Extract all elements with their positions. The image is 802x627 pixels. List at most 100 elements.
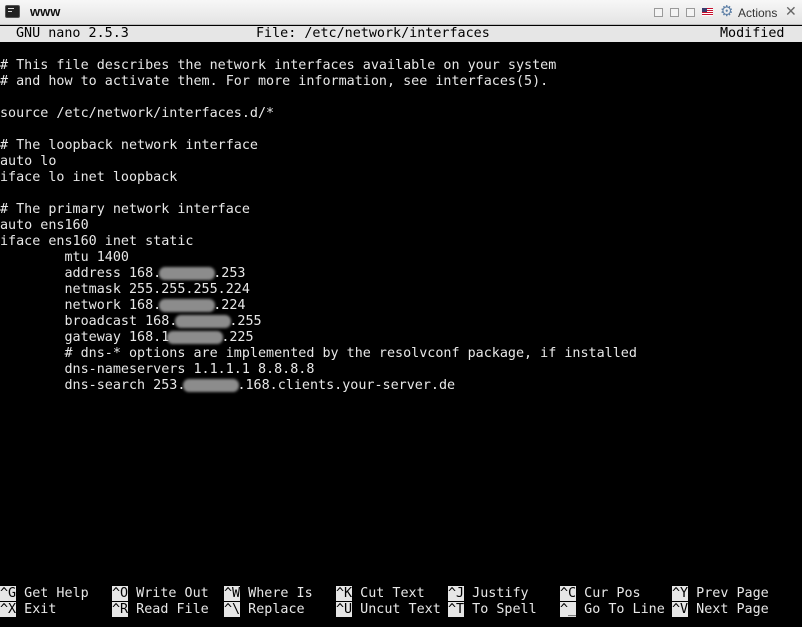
line-text: auto ens160 [0, 218, 89, 233]
shortcut-label: Next Page [688, 602, 769, 617]
shortcut-label: Read File [128, 602, 209, 617]
actions-menu[interactable]: Actions [738, 6, 777, 20]
line-text: gateway 168.1 [0, 330, 170, 345]
editor-line[interactable]: # The primary network interface [0, 202, 802, 218]
shortcut-get-help[interactable]: ^G Get Help [0, 586, 89, 602]
shortcut-key: ^R [112, 602, 129, 617]
line-text: # dns-* options are implemented by the r… [0, 346, 637, 361]
shortcut-label: Cur Pos [576, 586, 641, 601]
editor-line[interactable]: iface lo inet loopback [0, 170, 802, 186]
line-text: auto lo [0, 154, 57, 169]
shortcut-prev-page[interactable]: ^Y Prev Page [672, 586, 769, 602]
line-text: netmask 255.255.255.224 [0, 282, 250, 297]
shortcut-label: Prev Page [688, 586, 769, 601]
editor-line[interactable]: # and how to activate them. For more inf… [0, 74, 802, 90]
shortcut-write-out[interactable]: ^O Write Out [112, 586, 209, 602]
line-text: # The primary network interface [0, 202, 250, 217]
line-text: broadcast 168. [0, 314, 178, 329]
nano-header: GNU nano 2.5.3 File: /etc/network/interf… [0, 26, 802, 42]
shortcut-key: ^_ [560, 602, 577, 617]
editor-line[interactable]: dns-nameservers 1.1.1.1 8.8.8.8 [0, 362, 802, 378]
editor-line[interactable]: address 168. .253 [0, 266, 802, 282]
shortcut-key: ^\ [224, 602, 241, 617]
shortcut-justify[interactable]: ^J Justify [448, 586, 529, 602]
gear-icon[interactable]: ⚙ [720, 4, 733, 19]
editor-line[interactable] [0, 122, 802, 138]
nano-editor[interactable]: GNU nano 2.5.3 File: /etc/network/interf… [0, 26, 802, 627]
editor-line[interactable]: broadcast 168. .255 [0, 314, 802, 330]
editor-line[interactable] [0, 90, 802, 106]
shortcut-to-spell[interactable]: ^T To Spell [448, 602, 537, 618]
editor-line[interactable]: # The loopback network interface [0, 138, 802, 154]
nano-version: GNU nano 2.5.3 [16, 26, 129, 41]
line-text: network 168. [0, 298, 162, 313]
line-text: source /etc/network/interfaces.d/* [0, 106, 275, 121]
shortcut-label: Write Out [128, 586, 209, 601]
editor-line[interactable]: # This file describes the network interf… [0, 58, 802, 74]
restore-icon[interactable] [670, 8, 679, 17]
shortcut-key: ^W [224, 586, 241, 601]
line-text: address 168. [0, 266, 162, 281]
shortcut-label: Exit [16, 602, 57, 617]
line-text: dns-search 253. [0, 378, 186, 393]
line-text: # The loopback network interface [0, 138, 258, 153]
redacted-region [167, 330, 224, 344]
us-flag-icon[interactable] [702, 8, 713, 16]
maximize-icon[interactable] [686, 8, 695, 17]
shortcut-key: ^J [448, 586, 465, 601]
minimize-icon[interactable] [654, 8, 663, 17]
editor-line[interactable]: auto ens160 [0, 218, 802, 234]
shortcut-go-to-line[interactable]: ^_ Go To Line [560, 602, 665, 618]
editor-line[interactable]: auto lo [0, 154, 802, 170]
editor-line[interactable]: mtu 1400 [0, 250, 802, 266]
shortcut-cut-text[interactable]: ^K Cut Text [336, 586, 425, 602]
line-text: # and how to activate them. For more inf… [0, 74, 549, 89]
editor-line[interactable]: dns-search 253. .168.clients.your-server.… [0, 378, 802, 394]
shortcut-replace[interactable]: ^\ Replace [224, 602, 305, 618]
shortcut-key: ^T [448, 602, 465, 617]
shortcut-key: ^V [672, 602, 689, 617]
redacted-region [159, 266, 216, 280]
terminal-icon [5, 5, 20, 18]
editor-line[interactable]: # dns-* options are implemented by the r… [0, 346, 802, 362]
shortcut-label: Get Help [16, 586, 89, 601]
redacted-region [183, 378, 240, 392]
line-text: .255 [229, 314, 262, 329]
window-titlebar[interactable]: www ⚙ Actions ✕ [0, 0, 802, 25]
editor-line[interactable]: network 168. .224 [0, 298, 802, 314]
shortcut-label: Go To Line [576, 602, 665, 617]
shortcut-uncut-text[interactable]: ^U Uncut Text [336, 602, 441, 618]
line-text: dns-nameservers 1.1.1.1 8.8.8.8 [0, 362, 315, 377]
shortcut-next-page[interactable]: ^V Next Page [672, 602, 769, 618]
shortcut-cur-pos[interactable]: ^C Cur Pos [560, 586, 641, 602]
line-text: mtu 1400 [0, 250, 129, 265]
shortcut-key: ^U [336, 602, 353, 617]
line-text: .224 [213, 298, 246, 313]
line-text: .253 [213, 266, 246, 281]
window-title: www [30, 4, 61, 19]
shortcut-where-is[interactable]: ^W Where Is [224, 586, 313, 602]
line-text: iface ens160 inet static [0, 234, 194, 249]
shortcut-key: ^K [336, 586, 353, 601]
editor-buffer[interactable]: # This file describes the network interf… [0, 58, 802, 394]
shortcut-label: Uncut Text [352, 602, 441, 617]
editor-line[interactable]: gateway 168.1 .225 [0, 330, 802, 346]
editor-line[interactable]: source /etc/network/interfaces.d/* [0, 106, 802, 122]
modified-status: Modified [720, 26, 785, 41]
shortcut-key: ^Y [672, 586, 689, 601]
editor-line[interactable]: iface ens160 inet static [0, 234, 802, 250]
shortcut-key: ^G [0, 586, 17, 601]
shortcut-key: ^O [112, 586, 129, 601]
line-text: .168.clients.your-server.de [237, 378, 456, 393]
line-text: iface lo inet loopback [0, 170, 178, 185]
redacted-region [159, 298, 216, 312]
shortcut-label: To Spell [464, 602, 537, 617]
editor-line[interactable]: netmask 255.255.255.224 [0, 282, 802, 298]
close-icon[interactable]: ✕ [785, 3, 797, 20]
line-text: .225 [221, 330, 254, 345]
shortcut-exit[interactable]: ^X Exit [0, 602, 56, 618]
line-text: # This file describes the network interf… [0, 58, 557, 73]
shortcut-key: ^C [560, 586, 577, 601]
editor-line[interactable] [0, 186, 802, 202]
shortcut-read-file[interactable]: ^R Read File [112, 602, 209, 618]
